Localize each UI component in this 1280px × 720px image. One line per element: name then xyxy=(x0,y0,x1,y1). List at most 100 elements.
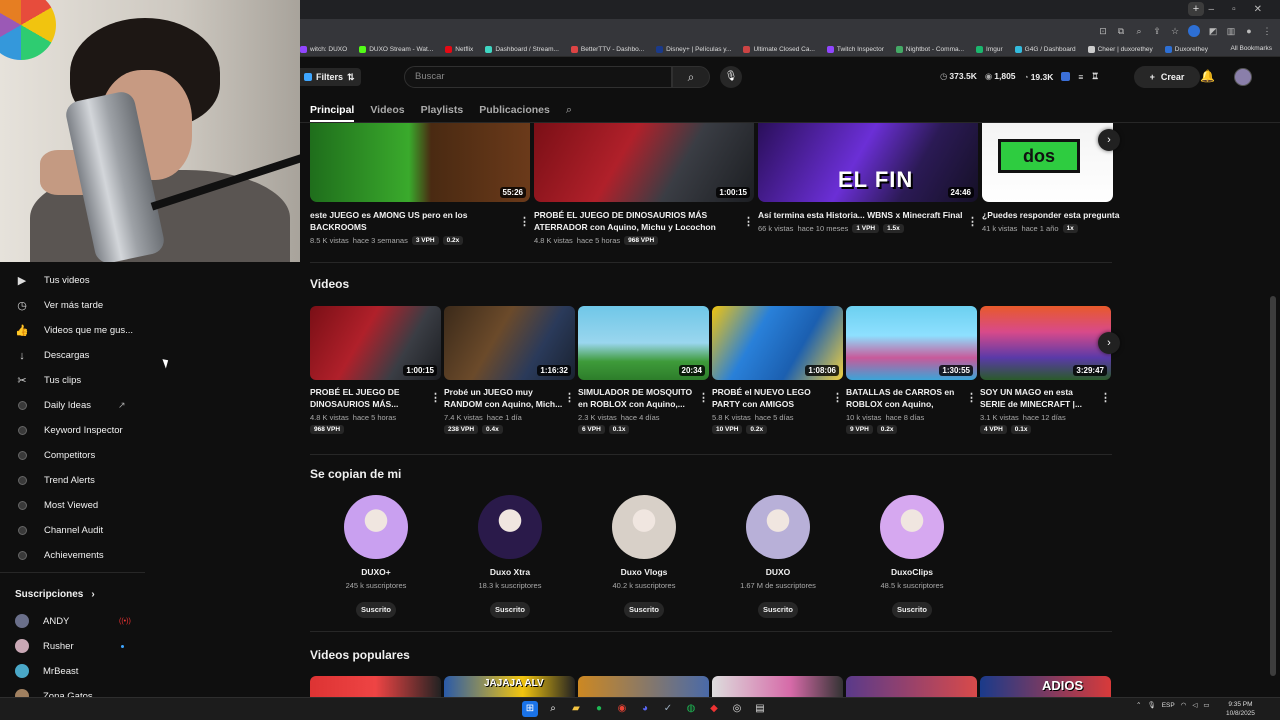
video-title[interactable]: SOY UN MAGO en esta SERIE de MINECRAFT |… xyxy=(980,386,1111,410)
more-options-icon[interactable]: ⋮ xyxy=(743,215,754,228)
subscribed-button[interactable]: Suscrito xyxy=(624,602,664,618)
sidebar-extension-item[interactable]: Daily Ideas ↗ xyxy=(0,393,145,418)
install-icon[interactable]: ⊡ xyxy=(1098,26,1108,36)
video-title[interactable]: Probé un JUEGO muy RANDOM con Aquino, Mi… xyxy=(444,386,575,410)
notes-icon[interactable]: ▤ xyxy=(752,701,768,717)
more-options-icon[interactable]: ⋮ xyxy=(698,391,709,404)
video-thumbnail[interactable]: 1:08:06 xyxy=(712,306,843,380)
steam-icon[interactable]: ✓ xyxy=(660,701,676,717)
channel-avatar[interactable] xyxy=(880,495,944,559)
more-options-icon[interactable]: ⋮ xyxy=(519,215,530,228)
extensions-icon[interactable]: ◩ xyxy=(1208,26,1218,36)
maximize-icon[interactable]: ▫ xyxy=(1232,4,1236,15)
video-title[interactable]: PROBÉ el NUEVO LEGO PARTY con AMIGOS xyxy=(712,386,843,410)
zoom-icon[interactable]: ⌕ xyxy=(1134,26,1144,36)
subscriptions-header[interactable]: Suscripciones › xyxy=(15,589,95,600)
obs-icon[interactable]: ◎ xyxy=(729,701,745,717)
video-thumbnail[interactable]: 3:29:47 xyxy=(980,306,1111,380)
tray-mic-icon[interactable]: 🎙 xyxy=(1147,701,1155,709)
volume-icon[interactable]: ◁ xyxy=(1192,701,1197,709)
bookmark-item[interactable]: witch: DUXO xyxy=(300,45,347,53)
videos-section-title[interactable]: Videos xyxy=(310,277,349,291)
battery-icon[interactable]: ▭ xyxy=(1203,701,1209,709)
search-button[interactable]: ⌕ xyxy=(672,66,710,88)
sidebar-item[interactable]: ✂ Tus clips xyxy=(0,368,145,393)
channel-card[interactable]: DUXO 1.67 M de suscriptores Suscrito xyxy=(728,495,828,618)
bookmark-item[interactable]: Netflix xyxy=(445,45,473,53)
subscription-item[interactable]: Rusher xyxy=(15,635,145,657)
channel-search-icon[interactable]: ⌕ xyxy=(566,104,572,117)
sidebar-extension-item[interactable]: Trend Alerts xyxy=(0,468,145,493)
channel-card[interactable]: Duxo Xtra 18.3 k suscriptores Suscrito xyxy=(460,495,560,618)
video-title[interactable]: PROBÉ EL JUEGO DE DINOSAURIOS MÁS ATERRA… xyxy=(534,209,754,233)
video-thumbnail[interactable]: 1:00:15 xyxy=(534,123,754,202)
list-icon[interactable]: ≡ xyxy=(1078,72,1083,82)
filters-button[interactable]: Filters ⇅ xyxy=(300,68,361,86)
popular-video-thumbnail[interactable] xyxy=(310,676,441,697)
tab-videos[interactable]: Videos xyxy=(370,104,404,116)
channel-card[interactable]: DuxoClips 48.5 k suscriptores Suscrito xyxy=(862,495,962,618)
menu-icon[interactable]: ⋮ xyxy=(1262,26,1272,36)
create-button[interactable]: + Crear xyxy=(1134,66,1200,88)
windows-start-icon[interactable]: ⊞ xyxy=(522,701,538,717)
sidebar-extension-item[interactable]: Channel Audit xyxy=(0,518,145,543)
videos-next-arrow[interactable]: › xyxy=(1098,332,1120,354)
bookmark-item[interactable]: Nightbot - Comma... xyxy=(895,45,964,53)
video-card[interactable]: 1:16:32 Probé un JUEGO muy RANDOM con Aqu… xyxy=(444,306,575,434)
video-card[interactable]: 3:29:47 SOY UN MAGO en esta SERIE de MINE… xyxy=(980,306,1111,434)
video-card[interactable]: 1:00:15 PROBÉ EL JUEGO DE DINOSAURIOS MÁS… xyxy=(310,306,441,434)
sidebar-extension-item[interactable]: Achievements xyxy=(0,543,145,568)
extension-icon[interactable] xyxy=(1188,24,1200,37)
bookmark-item[interactable]: Twitch Inspector xyxy=(826,45,884,53)
sidebar-extension-item[interactable]: Keyword Inspector xyxy=(0,418,145,443)
channel-card[interactable]: DUXO+ 245 k suscriptores Suscrito xyxy=(326,495,426,618)
sidebar-extension-item[interactable]: Most Viewed xyxy=(0,493,145,518)
channel-name[interactable]: DuxoClips xyxy=(862,567,962,577)
sidebar-item[interactable]: 👍 Videos que me gus... xyxy=(0,318,145,343)
subscribed-button[interactable]: Suscrito xyxy=(356,602,396,618)
video-card[interactable]: 1:08:06 PROBÉ el NUEVO LEGO PARTY con AMI… xyxy=(712,306,843,434)
more-options-icon[interactable]: ⋮ xyxy=(967,215,978,228)
tray-chevron-icon[interactable]: ⌃ xyxy=(1136,701,1141,709)
subscribed-button[interactable]: Suscrito xyxy=(758,602,798,618)
channel-avatar[interactable] xyxy=(612,495,676,559)
bookmark-item[interactable]: Ultimate Closed Ca... xyxy=(743,45,815,53)
star-icon[interactable]: ☆ xyxy=(1170,26,1180,36)
channel-avatar[interactable] xyxy=(746,495,810,559)
channel-name[interactable]: DUXO xyxy=(728,567,828,577)
bookmark-item[interactable]: BetterTTV - Dashbo... xyxy=(570,45,644,53)
popular-video-thumbnail[interactable]: ADIOS xyxy=(980,676,1111,697)
sidebar-item[interactable]: ◷ Ver más tarde xyxy=(0,293,145,318)
bookmark-item[interactable]: Disney+ | Películas y... xyxy=(656,45,731,53)
popular-video-thumbnail[interactable] xyxy=(578,676,709,697)
video-thumbnail[interactable]: EL FIN 24:46 xyxy=(758,123,978,202)
voice-search-button[interactable]: 🎙 xyxy=(720,66,742,88)
new-tab-icon[interactable]: + xyxy=(1188,2,1204,16)
close-window-icon[interactable]: ✕ xyxy=(1254,4,1262,15)
trophy-icon[interactable]: ♖ xyxy=(1091,71,1099,82)
subscription-item[interactable]: MrBeast xyxy=(15,660,145,682)
video-card[interactable]: 1:30:55 BATALLAS de CARROS en ROBLOX con … xyxy=(846,306,977,434)
vidiq-icon[interactable] xyxy=(1061,72,1071,81)
bookmark-item[interactable]: Cheer | duxorethey xyxy=(1087,45,1153,53)
app-red-icon[interactable]: ◆ xyxy=(706,701,722,717)
more-options-icon[interactable]: ⋮ xyxy=(832,391,843,404)
video-title[interactable]: SIMULADOR DE MOSQUITO en ROBLOX con Aqui… xyxy=(578,386,709,410)
bookmark-item[interactable]: Imgur xyxy=(976,45,1003,53)
video-thumbnail[interactable]: 1:00:15 xyxy=(310,306,441,380)
more-options-icon[interactable]: ⋮ xyxy=(966,391,977,404)
row-next-arrow[interactable]: › xyxy=(1098,129,1120,151)
sidepanel-icon[interactable]: ▥ xyxy=(1226,26,1236,36)
video-thumbnail[interactable]: 20:34 xyxy=(578,306,709,380)
tab-playlists[interactable]: Playlists xyxy=(421,104,464,116)
video-thumbnail[interactable]: 1:16:32 xyxy=(444,306,575,380)
user-avatar[interactable] xyxy=(1234,68,1252,86)
tray-language[interactable]: ESP xyxy=(1162,702,1175,709)
spotify-icon[interactable]: ● xyxy=(591,701,607,717)
translate-icon[interactable]: ⧉ xyxy=(1116,26,1126,36)
channel-name[interactable]: DUXO+ xyxy=(326,567,426,577)
subscription-item[interactable]: ANDY ((•)) xyxy=(15,610,145,632)
sidebar-extension-item[interactable]: Competitors xyxy=(0,443,145,468)
taskbar-clock[interactable]: 9:35 PM 10/8/2025 xyxy=(1226,700,1255,718)
video-card[interactable]: 1:00:15 PROBÉ EL JUEGO DE DINOSAURIOS MÁS… xyxy=(534,123,754,245)
